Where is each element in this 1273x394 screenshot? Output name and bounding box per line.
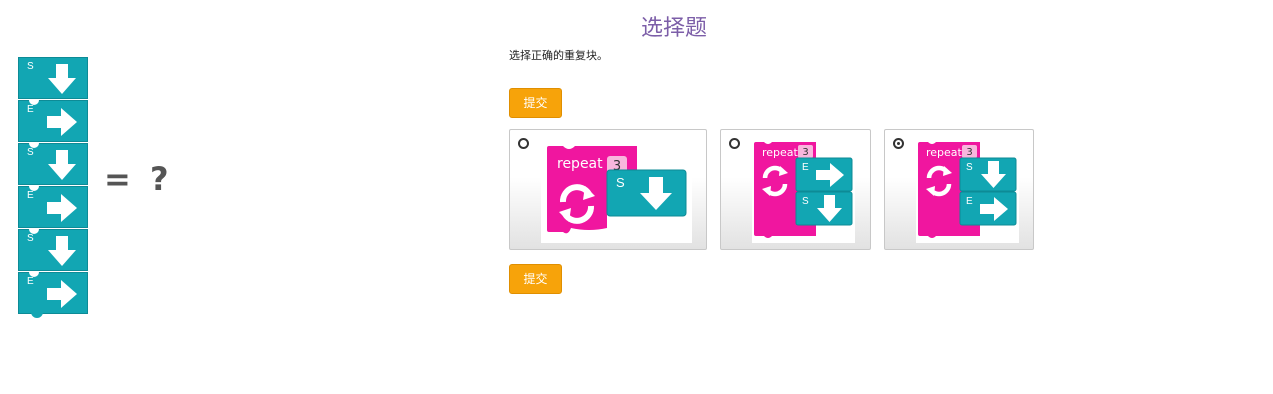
sequence-block-5: S: [18, 229, 88, 271]
option-2-image: repeat 3 E S: [752, 140, 855, 243]
block-tail: [31, 312, 43, 318]
inner-block-letter: E: [802, 162, 809, 173]
answer-option-3[interactable]: repeat 3 S E: [884, 129, 1034, 250]
inner-block-letter: S: [802, 196, 809, 207]
repeat-count: 3: [802, 147, 808, 158]
option-2-radio[interactable]: [729, 138, 740, 149]
repeat-count: 3: [966, 147, 972, 158]
sequence-block-3: S: [18, 143, 88, 185]
submit-button-top[interactable]: 提交: [509, 88, 562, 118]
sequence-block-4: E: [18, 186, 88, 228]
equals-question-mark: = ?: [104, 160, 173, 198]
sequence-block-2: E: [18, 100, 88, 142]
block-letter: S: [27, 61, 34, 72]
option-3-radio[interactable]: [893, 138, 904, 149]
block-letter: S: [27, 233, 34, 244]
arrow-down-icon: [48, 236, 76, 266]
arrow-right-icon: [47, 280, 77, 308]
repeat-word: repeat: [762, 146, 799, 159]
arrow-down-icon: [48, 64, 76, 94]
inner-block-letter: S: [966, 162, 973, 173]
option-1-image: repeat 3 S: [541, 140, 692, 243]
inner-block-letter: S: [616, 175, 625, 190]
code-sequence: S E S E S E: [18, 57, 88, 318]
option-1-radio[interactable]: [518, 138, 529, 149]
repeat-word: repeat: [557, 156, 603, 172]
sequence-block-6: E: [18, 272, 88, 318]
inner-block-letter: E: [966, 196, 973, 207]
repeat-word: repeat: [926, 146, 963, 159]
arrow-down-icon: [48, 150, 76, 180]
block-letter: E: [27, 276, 34, 287]
block-letter: S: [27, 147, 34, 158]
block-letter: E: [27, 190, 34, 201]
answer-option-2[interactable]: repeat 3 E S: [720, 129, 871, 250]
instruction-text: 选择正确的重复块。: [509, 49, 608, 62]
arrow-right-icon: [47, 108, 77, 136]
page-title: 选择题: [640, 16, 707, 41]
submit-button-bottom[interactable]: 提交: [509, 264, 562, 294]
answer-option-1[interactable]: repeat 3 S: [509, 129, 707, 250]
block-letter: E: [27, 104, 34, 115]
sequence-block-1: S: [18, 57, 88, 99]
option-3-image: repeat 3 S E: [916, 140, 1019, 243]
arrow-right-icon: [47, 194, 77, 222]
